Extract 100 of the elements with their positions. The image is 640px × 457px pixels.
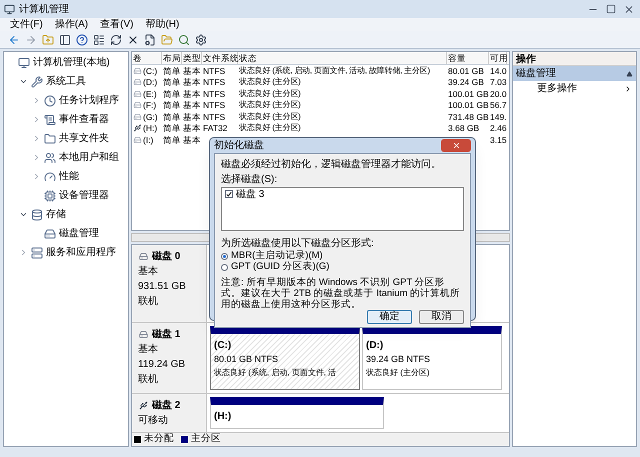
search-icon[interactable]: [178, 34, 190, 46]
disk-status: 联机: [138, 294, 159, 309]
tree-item[interactable]: 性能: [59, 169, 79, 184]
close-button[interactable]: [441, 139, 471, 152]
properties-icon[interactable]: [144, 34, 156, 46]
partition-label: (D:): [366, 339, 384, 354]
list-item[interactable]: 磁盘 3: [236, 186, 264, 202]
disk-type: 基本: [138, 342, 159, 358]
table-cell: 状态良好 (系统, 启动, 页面文件, 活动, 故障转储, 主分区): [239, 66, 430, 76]
tree-item[interactable]: 系统工具: [46, 74, 86, 89]
delete-icon[interactable]: [127, 34, 139, 46]
tree-item[interactable]: 共享文件夹: [59, 131, 109, 146]
legend-label: 主分区: [191, 432, 221, 446]
log-icon: [44, 114, 56, 126]
database-icon: [31, 208, 43, 220]
action-link[interactable]: 更多操作: [537, 81, 624, 96]
partition[interactable]: (C:) 80.01 GB NTFS 状态良好 (系统, 启动, 页面文件, 活: [210, 326, 360, 390]
disk-size: 119.24 GB: [138, 358, 186, 372]
table-cell: 基本: [183, 77, 201, 88]
settings-icon[interactable]: [195, 34, 207, 46]
column-header[interactable]: 卷: [132, 52, 162, 64]
disk-type: 基本: [138, 264, 159, 279]
tree-item[interactable]: 磁盘管理: [59, 226, 99, 241]
table-cell: (G:): [143, 112, 158, 122]
dialog-message: 磁盘必须经过初始化，逻辑磁盘管理器才能访问。: [221, 158, 442, 172]
panel-icon[interactable]: [59, 34, 71, 46]
tree-item[interactable]: 计算机管理(本地): [33, 55, 110, 70]
collapse-icon[interactable]: [626, 70, 633, 76]
dialog-button[interactable]: 取消: [419, 310, 464, 324]
menu-item[interactable]: 帮助(H): [145, 20, 180, 30]
table-cell: 状态良好 (主分区): [239, 88, 301, 99]
tree-item[interactable]: 服务和应用程序: [46, 245, 116, 260]
table-cell: 3.15: [490, 134, 507, 145]
table-cell: 2.46: [490, 123, 507, 134]
dialog-button[interactable]: 确定: [367, 310, 412, 324]
disk-name: 磁盘 2: [152, 398, 180, 413]
table-cell: 状态良好 (主分区): [239, 123, 301, 134]
disk-list[interactable]: 磁盘 3: [221, 187, 464, 231]
chip-icon: [44, 190, 56, 202]
column-header[interactable]: 状态: [238, 52, 447, 64]
table-cell: 简单: [163, 77, 181, 88]
table-cell: (D:): [143, 77, 158, 88]
refresh-icon[interactable]: [110, 34, 122, 46]
table-cell: NTFS: [203, 77, 226, 88]
partition[interactable]: (H:): [210, 397, 384, 429]
column-header[interactable]: 类型: [182, 52, 202, 64]
table-cell: 7.03: [490, 77, 507, 88]
checkbox[interactable]: [225, 190, 233, 198]
disk-name: 磁盘 0: [152, 250, 180, 264]
table-cell: (E:): [143, 88, 157, 99]
tree-item[interactable]: 事件查看器: [59, 112, 109, 127]
column-header[interactable]: 文件系统: [202, 52, 238, 64]
legend-label: 未分配: [144, 432, 174, 446]
table-cell: 基本: [183, 66, 201, 76]
radio-button[interactable]: [221, 253, 228, 260]
table-cell: NTFS: [203, 112, 226, 122]
help-icon[interactable]: [76, 34, 88, 46]
clock-icon: [44, 94, 56, 106]
list-label: 选择磁盘(S):: [221, 172, 278, 187]
gauge-icon: [44, 170, 56, 182]
table-cell: NTFS: [203, 100, 226, 110]
tree-item[interactable]: 本地用户和组: [59, 150, 119, 165]
tree-item[interactable]: 任务计划程序: [59, 93, 119, 108]
partition-size: 80.01 GB NTFS: [214, 353, 280, 366]
menu-item[interactable]: 查看(V): [100, 20, 134, 30]
maximize-icon[interactable]: [604, 4, 618, 14]
back-icon[interactable]: [8, 34, 20, 46]
radio-button[interactable]: [221, 264, 228, 271]
table-cell: 简单: [163, 123, 181, 134]
radio-label[interactable]: GPT (GUID 分区表)(G): [231, 260, 330, 275]
table-cell: 状态良好 (主分区): [239, 100, 301, 110]
wrench-icon: [31, 76, 43, 88]
close-icon: [452, 141, 460, 150]
column-header[interactable]: 布局: [162, 52, 182, 64]
column-header[interactable]: 容量: [447, 52, 489, 64]
partition[interactable]: (D:) 39.24 GB NTFS 状态良好 (主分区): [362, 326, 502, 390]
disk-label-panel[interactable]: 磁盘 2 可移动: [132, 394, 207, 432]
disk-label-panel[interactable]: 磁盘 1 基本 119.24 GB 联机: [132, 323, 207, 393]
menu-item[interactable]: 文件(F): [10, 20, 43, 30]
window-title: 计算机管理: [19, 2, 70, 16]
table-cell: (H:): [143, 123, 158, 134]
table-cell: 简单: [163, 134, 181, 145]
column-header[interactable]: 可用: [489, 52, 507, 64]
table-cell: 56.7: [490, 100, 507, 110]
tree-item[interactable]: 设备管理器: [59, 188, 109, 203]
list-icon[interactable]: [93, 34, 105, 46]
app-icon: [4, 4, 15, 14]
disk-label-panel[interactable]: 磁盘 0 基本 931.51 GB 联机: [132, 245, 207, 322]
dialog-note: 注意: 所有早期版本的 Windows 不识别 GPT 分区形式。建议在大于 2TB 的磁盘或基于 Itanium 的计算机所用的磁盘上使用这种分区形式。: [221, 277, 462, 310]
table-cell: 100.01 GB: [448, 88, 489, 99]
table-cell: 状态良好 (主分区): [239, 77, 301, 88]
menu-item[interactable]: 操作(A): [54, 20, 88, 30]
tree-item[interactable]: 存储: [46, 207, 66, 222]
partition-status: 状态良好 (系统, 启动, 页面文件, 活: [214, 366, 338, 379]
table-cell: 简单: [163, 88, 181, 99]
actions-section[interactable]: 磁盘管理: [513, 66, 636, 81]
server-icon: [31, 246, 43, 258]
table-cell: (C:): [143, 66, 158, 76]
table-cell: 基本: [183, 123, 201, 134]
table-cell: 100.01 GB: [448, 100, 489, 110]
